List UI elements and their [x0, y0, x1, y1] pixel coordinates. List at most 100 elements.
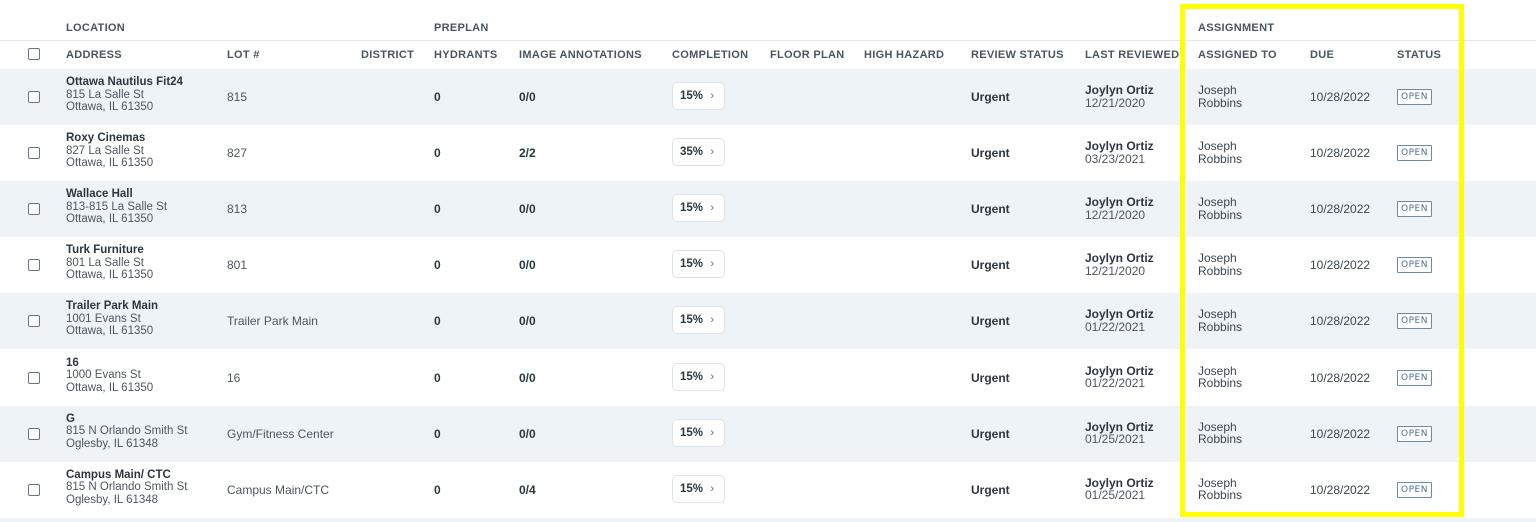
completion-button[interactable]: 15% ›	[672, 194, 725, 223]
completion-button[interactable]: 15% ›	[672, 418, 725, 447]
street-address: 813-815 La Salle St	[66, 200, 168, 213]
due-date: 10/28/2022	[1310, 314, 1371, 329]
location-name[interactable]: Roxy Cinemas	[66, 132, 153, 145]
lot-number: Trailer Park Main	[227, 314, 318, 329]
completion-button[interactable]: 15% ›	[672, 82, 725, 110]
image-annotation-count: 0/0	[519, 90, 536, 104]
row-checkbox[interactable]	[28, 147, 40, 160]
assignee-last-name: Robbins	[1198, 207, 1243, 222]
address-cell[interactable]: 16 1000 Evans St Ottawa, IL 61350	[66, 357, 153, 395]
address-cell[interactable]: Campus Main/ CTC 815 N Orlando Smith St …	[66, 469, 187, 507]
col-last-reviewed[interactable]: LAST REVIEWED	[1085, 49, 1179, 61]
table-row[interactable]: G 815 N Orlando Smith St Oglesby, IL 613…	[0, 405, 1536, 462]
row-checkbox[interactable]	[28, 203, 40, 216]
hydrant-count: 0	[434, 314, 441, 329]
location-name[interactable]: Ottawa Nautilus Fit24	[66, 76, 183, 89]
assigned-to: Joseph Robbins	[1198, 252, 1242, 277]
due-date: 10/28/2022	[1310, 90, 1371, 104]
last-reviewed: Joylyn Ortiz 01/25/2021	[1085, 421, 1154, 446]
location-name[interactable]: Wallace Hall	[66, 188, 167, 201]
row-checkbox[interactable]	[28, 483, 40, 496]
review-date: 12/21/2020	[1085, 263, 1146, 278]
image-annotation-count: 0/0	[519, 258, 536, 273]
assigned-to: Joseph Robbins	[1198, 84, 1242, 109]
review-date: 12/21/2020	[1085, 207, 1146, 222]
address-cell[interactable]: Roxy Cinemas 827 La Salle St Ottawa, IL …	[66, 132, 153, 170]
table-row[interactable]: Campus Main/ CTC 815 N Orlando Smith St …	[0, 462, 1536, 518]
address-cell[interactable]: Trailer Park Main 1001 Evans St Ottawa, …	[66, 300, 158, 338]
col-high-hazard[interactable]: HIGH HAZARD	[864, 49, 944, 61]
col-due[interactable]: DUE	[1310, 49, 1334, 61]
location-name[interactable]: 16	[66, 357, 153, 370]
address-cell[interactable]: Wallace Hall 813-815 La Salle St Ottawa,…	[66, 188, 167, 226]
location-name[interactable]: Trailer Park Main	[66, 300, 158, 313]
col-assigned-to[interactable]: ASSIGNED TO	[1198, 49, 1277, 61]
hydrant-count: 0	[434, 146, 441, 161]
completion-button[interactable]: 15% ›	[672, 250, 725, 279]
table-row[interactable]: Roxy Cinemas 827 La Salle St Ottawa, IL …	[0, 125, 1536, 181]
col-status[interactable]: STATUS	[1397, 49, 1441, 61]
status-badge: OPEN	[1397, 89, 1432, 105]
row-checkbox[interactable]	[28, 259, 40, 272]
address-cell[interactable]: Turk Furniture 801 La Salle St Ottawa, I…	[66, 244, 153, 282]
completion-button[interactable]: 15% ›	[672, 306, 725, 335]
completion-button[interactable]: 15% ›	[672, 362, 725, 391]
image-annotation-count: 0/4	[519, 482, 536, 497]
lot-number: 801	[227, 258, 248, 273]
due-date: 10/28/2022	[1310, 426, 1371, 441]
col-review-status[interactable]: REVIEW STATUS	[971, 49, 1064, 61]
address-cell[interactable]: G 815 N Orlando Smith St Oglesby, IL 613…	[66, 413, 187, 451]
lot-number: 16	[227, 370, 241, 385]
status-badge: OPEN	[1397, 145, 1432, 162]
reviewer-name: Joylyn Ortiz	[1085, 251, 1154, 266]
col-district[interactable]: DISTRICT	[361, 49, 414, 61]
due-date: 10/28/2022	[1310, 202, 1371, 217]
col-completion[interactable]: COMPLETION	[672, 49, 748, 61]
reviewer-name: Joylyn Ortiz	[1085, 83, 1154, 97]
table-row[interactable]: Trailer Park Main 1001 Evans St Ottawa, …	[0, 293, 1536, 350]
table-row[interactable]: 16 1000 Evans St Ottawa, IL 61350 16 0 0…	[0, 350, 1536, 406]
completion-button[interactable]: 35% ›	[672, 138, 725, 167]
row-checkbox[interactable]	[28, 427, 40, 440]
assigned-to: Joseph Robbins	[1198, 196, 1242, 221]
row-checkbox[interactable]	[28, 91, 40, 103]
group-preplan: PREPLAN	[434, 22, 489, 34]
lot-number: 815	[227, 90, 248, 104]
city-state-zip: Ottawa, IL 61350	[66, 157, 154, 170]
location-name[interactable]: Turk Furniture	[66, 244, 153, 257]
street-address: 1000 Evans St	[66, 369, 141, 381]
review-status: Urgent	[971, 146, 1010, 161]
review-date: 03/23/2021	[1085, 151, 1146, 166]
review-status: Urgent	[971, 202, 1010, 217]
group-location: LOCATION	[66, 22, 126, 34]
assignee-last-name: Robbins	[1198, 263, 1243, 278]
city-state-zip: Oglesby, IL 61348	[66, 437, 159, 450]
image-annotation-count: 0/0	[519, 202, 536, 217]
row-checkbox[interactable]	[28, 315, 40, 328]
col-lot[interactable]: LOT #	[227, 49, 260, 61]
review-status: Urgent	[971, 426, 1010, 441]
review-date: 01/25/2021	[1085, 432, 1146, 447]
col-address[interactable]: ADDRESS	[66, 49, 122, 61]
assigned-to: Joseph Robbins	[1198, 140, 1242, 165]
location-name[interactable]: Campus Main/ CTC	[66, 469, 187, 482]
address-cell[interactable]: Ottawa Nautilus Fit24 815 La Salle St Ot…	[66, 76, 183, 114]
assignee-last-name: Robbins	[1198, 376, 1243, 390]
row-checkbox[interactable]	[28, 371, 40, 384]
select-all-checkbox[interactable]	[28, 48, 40, 60]
assignee-first-name: Joseph	[1198, 251, 1237, 266]
image-annotation-count: 2/2	[519, 146, 536, 161]
col-hydrants[interactable]: HYDRANTS	[434, 49, 498, 61]
column-group-header: LOCATION PREPLAN ASSIGNMENT	[0, 0, 1536, 41]
location-name[interactable]: G	[66, 413, 187, 426]
table-row[interactable]: Turk Furniture 801 La Salle St Ottawa, I…	[0, 237, 1536, 293]
status-badge: OPEN	[1397, 425, 1432, 442]
review-status: Urgent	[971, 314, 1010, 329]
group-assignment: ASSIGNMENT	[1198, 22, 1275, 34]
table-row[interactable]: Ottawa Nautilus Fit24 815 La Salle St Ot…	[0, 69, 1536, 125]
col-floor-plan[interactable]: FLOOR PLAN	[770, 49, 845, 61]
col-image-annotations[interactable]: IMAGE ANNOTATIONS	[519, 49, 642, 61]
chevron-right-icon: ›	[710, 146, 714, 159]
completion-button[interactable]: 15% ›	[672, 474, 725, 503]
table-row[interactable]: Wallace Hall 813-815 La Salle St Ottawa,…	[0, 181, 1536, 238]
